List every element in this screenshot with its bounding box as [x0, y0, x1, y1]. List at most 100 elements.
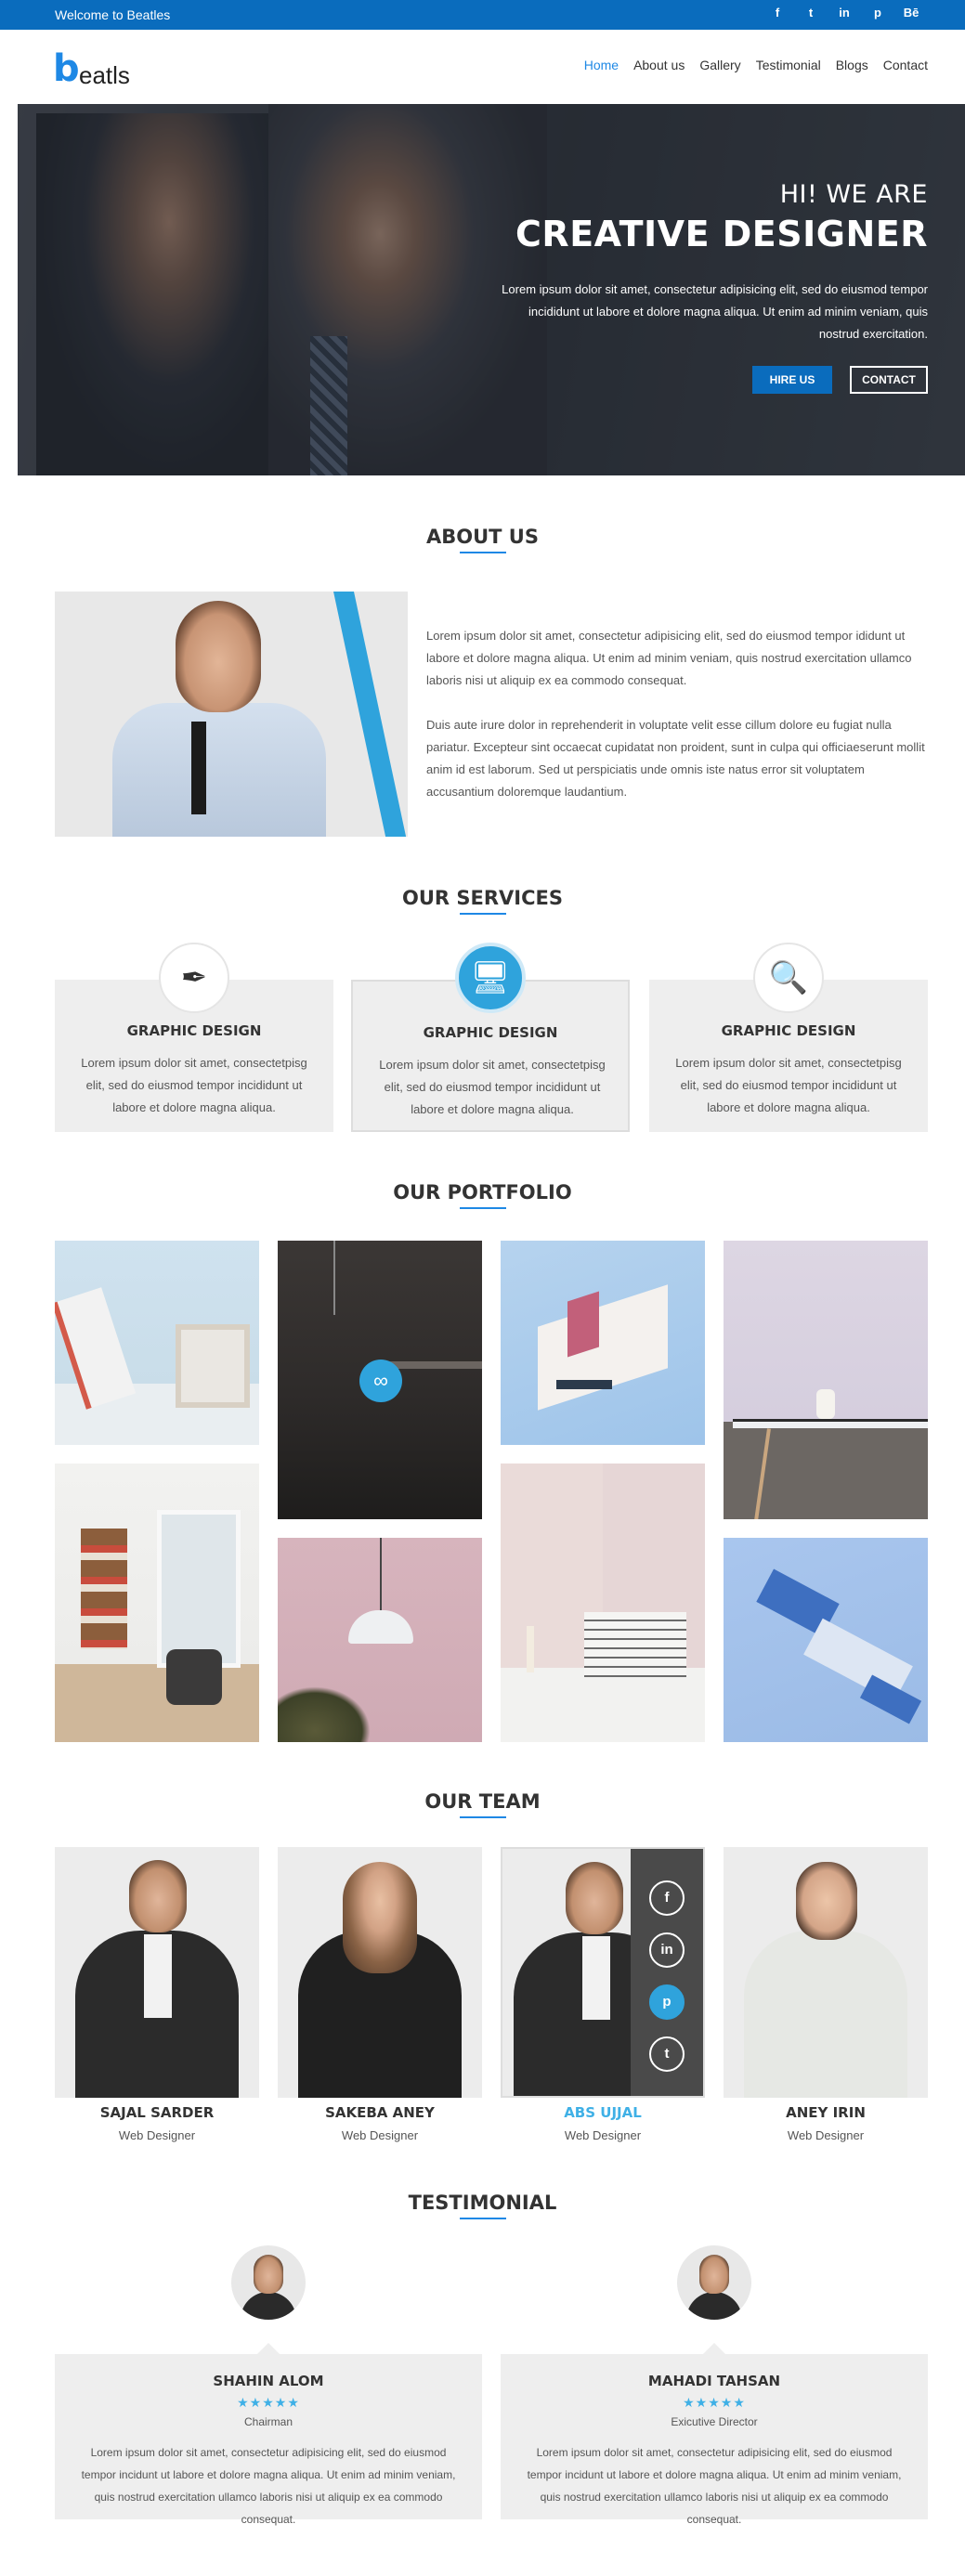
- nav-contact[interactable]: Contact: [883, 58, 928, 72]
- about-paragraph-1: Lorem ipsum dolor sit amet, consectetur …: [426, 629, 912, 687]
- portfolio-item[interactable]: [501, 1464, 705, 1742]
- team-title: OUR TEAM: [0, 1790, 965, 1818]
- testimonial-role: Exicutive Director: [671, 2415, 758, 2428]
- portfolio-book: [55, 1287, 137, 1410]
- portfolio-chair: [166, 1649, 222, 1705]
- behance-icon[interactable]: Bē: [894, 6, 928, 20]
- nav-blogs[interactable]: Blogs: [836, 58, 868, 72]
- welcome-text: Welcome to Beatles: [55, 7, 171, 22]
- header: b eatls Home About us Gallery Testimonia…: [0, 30, 965, 104]
- facebook-icon[interactable]: f: [761, 6, 794, 20]
- portfolio-table-top: [501, 1668, 705, 1742]
- testimonial-pointer: [703, 2343, 725, 2354]
- hero-greeting: HI! WE ARE: [779, 180, 928, 209]
- portfolio-table: [733, 1419, 928, 1428]
- portfolio-pendant-lamp: [348, 1610, 413, 1644]
- portfolio-item[interactable]: [724, 1538, 928, 1742]
- services-title-text: OUR SERVICES: [402, 887, 563, 909]
- linkedin-icon[interactable]: in: [649, 1932, 685, 1968]
- team-member-name: ANEY IRIN: [786, 2104, 866, 2121]
- portfolio-title-text: OUR PORTFOLIO: [393, 1181, 572, 1203]
- main-nav: Home About us Gallery Testimonial Blogs …: [584, 58, 928, 72]
- about-paragraph-2: Duis aute irure dolor in reprehenderit i…: [426, 718, 925, 799]
- team-photo-head: [343, 1862, 417, 1973]
- testimonial-quote: Lorem ipsum dolor sit amet, consectetur …: [527, 2446, 902, 2526]
- service-title: GRAPHIC DESIGN: [126, 1022, 262, 1039]
- portfolio-model-base: [556, 1380, 612, 1389]
- about-accent-stripe: [333, 592, 408, 837]
- portfolio-model-wall: [567, 1291, 599, 1358]
- portfolio-item[interactable]: [724, 1241, 928, 1519]
- service-description: Lorem ipsum dolor sit amet, consectetpis…: [675, 1056, 902, 1114]
- team-member-role: Web Designer: [118, 2128, 196, 2142]
- portfolio-candle: [527, 1626, 534, 1672]
- testimonial-title-text: TESTIMONIAL: [408, 2192, 557, 2214]
- team-social-panel: f in p t: [631, 1849, 703, 2096]
- testimonial-title: TESTIMONIAL: [0, 2192, 965, 2219]
- pinterest-icon[interactable]: p: [861, 6, 894, 20]
- portfolio-frame: [176, 1324, 250, 1408]
- about-man-body: [112, 703, 326, 837]
- team-member-card[interactable]: f in p t: [501, 1847, 705, 2098]
- portfolio-item[interactable]: [55, 1241, 259, 1445]
- link-icon[interactable]: ∞: [359, 1360, 402, 1402]
- about-title-underline: [459, 552, 506, 553]
- contact-button[interactable]: CONTACT: [850, 366, 928, 394]
- avatar: [677, 2245, 751, 2320]
- hero-heading: CREATIVE DESIGNER: [515, 214, 928, 254]
- pinterest-icon[interactable]: p: [649, 1984, 685, 2020]
- portfolio-lamp-cord: [333, 1241, 335, 1315]
- about-title: ABOUT US: [0, 526, 965, 553]
- nav-home[interactable]: Home: [584, 58, 619, 72]
- team-member-role: Web Designer: [341, 2128, 419, 2142]
- top-bar: Welcome to Beatles f t in p Bē: [0, 0, 965, 30]
- testimonial-name: SHAHIN ALOM: [213, 2373, 324, 2389]
- nav-about[interactable]: About us: [633, 58, 685, 72]
- facebook-icon[interactable]: f: [649, 1880, 685, 1916]
- team-member-card[interactable]: [55, 1847, 259, 2098]
- linkedin-icon[interactable]: in: [828, 6, 861, 20]
- team-photo-head: [796, 1862, 857, 1940]
- service-title: GRAPHIC DESIGN: [721, 1022, 856, 1039]
- portfolio-title-underline: [459, 1207, 506, 1209]
- service-title: GRAPHIC DESIGN: [423, 1024, 558, 1041]
- magnifier-icon: 🔍: [753, 943, 824, 1013]
- avatar-head: [254, 2255, 283, 2294]
- hero-banner: HI! WE ARE CREATIVE DESIGNER Lorem ipsum…: [18, 104, 965, 475]
- twitter-icon[interactable]: t: [649, 2036, 685, 2072]
- logo-b: b: [53, 47, 80, 90]
- avatar: [231, 2245, 306, 2320]
- avatar-body: [686, 2292, 742, 2320]
- rating-stars: ★★★★★: [237, 2395, 300, 2410]
- about-man-head: [176, 601, 261, 712]
- logo[interactable]: b eatls: [53, 48, 137, 91]
- page: Welcome to Beatles f t in p Bē b eatls H…: [0, 0, 965, 2576]
- team-photo-body: [744, 1931, 907, 2098]
- portfolio-item[interactable]: [55, 1464, 259, 1742]
- team-title-text: OUR TEAM: [424, 1790, 541, 1813]
- testimonial-card: MAHADI TAHSAN ★★★★★ Exicutive Director L…: [501, 2343, 928, 2526]
- team-photo-shirt: [582, 1936, 610, 2020]
- twitter-icon[interactable]: t: [794, 6, 828, 20]
- monitor-settings-icon: 🖥: [455, 943, 526, 1013]
- team-member-card[interactable]: [724, 1847, 928, 2098]
- nav-gallery[interactable]: Gallery: [699, 58, 740, 72]
- nav-testimonial[interactable]: Testimonial: [756, 58, 821, 72]
- hire-us-button[interactable]: HIRE US: [752, 366, 832, 394]
- portfolio-bookshelf: [81, 1529, 127, 1649]
- portfolio-item[interactable]: [278, 1538, 482, 1742]
- testimonial-title-underline: [459, 2218, 506, 2219]
- logo-text: eatls: [79, 61, 130, 89]
- team-member-name: SAJAL SARDER: [99, 2104, 215, 2121]
- testimonial-name: MAHADI TAHSAN: [647, 2373, 781, 2389]
- about-title-text: ABOUT US: [426, 526, 539, 548]
- portfolio-item[interactable]: [501, 1241, 705, 1445]
- team-member-card[interactable]: [278, 1847, 482, 2098]
- testimonial-pointer: [257, 2343, 280, 2354]
- top-social-links: f t in p Bē: [761, 6, 928, 20]
- portfolio-model: [538, 1284, 668, 1411]
- service-description: Lorem ipsum dolor sit amet, consectetpis…: [81, 1056, 307, 1114]
- about-man-tie: [191, 722, 206, 814]
- portfolio-item[interactable]: ∞: [278, 1241, 482, 1519]
- hero-description: Lorem ipsum dolor sit amet, consectetur …: [502, 282, 928, 341]
